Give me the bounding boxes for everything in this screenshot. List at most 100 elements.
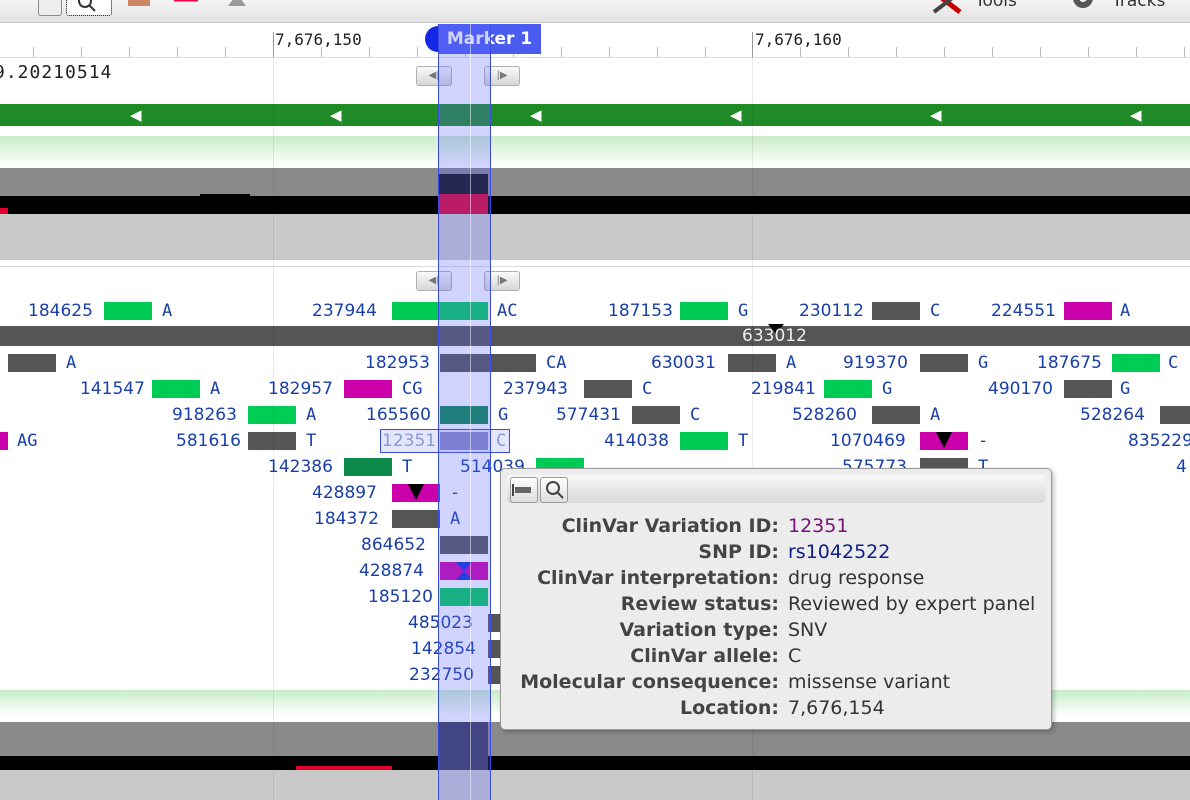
clinvar-allele: C xyxy=(1168,353,1179,373)
clinvar-id[interactable]: 1070469 xyxy=(830,431,906,451)
tooltip-value-link[interactable]: 12351 xyxy=(788,513,848,539)
clinvar-id[interactable]: 187153 xyxy=(608,301,673,321)
ruler-label: 7,676,160 xyxy=(755,30,842,49)
ruler-icon[interactable] xyxy=(126,0,154,12)
clinvar-variant-box[interactable] xyxy=(920,354,968,372)
clinvar-id[interactable]: 528260 xyxy=(792,405,857,425)
tooltip-value: 7,676,154 xyxy=(788,697,885,719)
ruler-tick xyxy=(273,32,274,57)
clinvar-variant-box[interactable] xyxy=(0,432,8,450)
clinvar-id[interactable]: 182957 xyxy=(268,379,333,399)
conservation-track-bg xyxy=(0,770,1190,800)
tooltip-row: Review status: Reviewed by expert panel xyxy=(501,591,1051,617)
gear-icon[interactable] xyxy=(1068,0,1098,14)
clinvar-id[interactable]: 165560 xyxy=(366,405,431,425)
variant-tooltip: ClinVar Variation ID: 12351 SNP ID: rs10… xyxy=(500,468,1052,730)
gene-track[interactable] xyxy=(0,104,1190,126)
tooltip-row: Molecular consequence: missense variant xyxy=(501,669,1051,695)
clinvar-allele: A xyxy=(66,353,77,373)
clinvar-variant-box[interactable] xyxy=(1160,406,1190,424)
clinvar-id[interactable]: 219841 xyxy=(751,379,816,399)
tracks-menu-label[interactable]: Tracks xyxy=(1112,0,1165,11)
deletion-marker-icon xyxy=(408,484,424,500)
clinvar-id[interactable]: 182953 xyxy=(365,353,430,373)
strand-arrow-icon: ◀ xyxy=(930,106,942,124)
clinvar-variant-box[interactable] xyxy=(680,302,728,320)
tooltip-row: SNP ID: rs1042522 xyxy=(501,539,1051,565)
clinvar-id[interactable]: 490170 xyxy=(988,379,1053,399)
clinvar-variant-box[interactable] xyxy=(344,380,392,398)
clinvar-allele: AC xyxy=(497,301,518,321)
clinvar-id[interactable]: 230112 xyxy=(799,301,864,321)
clinvar-allele: T xyxy=(738,431,749,451)
clinvar-variant-box[interactable] xyxy=(1064,380,1112,398)
clinvar-allele: CG xyxy=(402,379,423,399)
tooltip-key: Variation type: xyxy=(619,619,779,641)
clinvar-id[interactable]: 428897 xyxy=(312,483,377,503)
clinvar-allele: G xyxy=(1120,379,1131,399)
clinvar-variant-box[interactable] xyxy=(584,380,632,398)
deletion-marker-icon xyxy=(936,432,952,448)
tooltip-row: Variation type: SNV xyxy=(501,617,1051,643)
tooltip-value: missense variant xyxy=(788,671,951,693)
clinvar-id[interactable]: 4 xyxy=(1176,457,1187,477)
tools-icon[interactable] xyxy=(930,0,966,14)
clinvar-allele: G xyxy=(882,379,893,399)
clinvar-variant-box[interactable] xyxy=(344,458,392,476)
tooltip-value: Reviewed by expert panel xyxy=(788,593,1036,615)
clinvar-allele: A xyxy=(1120,301,1131,321)
clinvar-id[interactable]: 237944 xyxy=(312,301,377,321)
clinvar-id[interactable]: 224551 xyxy=(991,301,1056,321)
zoom-icon[interactable] xyxy=(66,0,112,16)
clinvar-id[interactable]: 184372 xyxy=(314,509,379,529)
strand-arrow-icon: ◀ xyxy=(730,106,742,124)
clinvar-variant-box[interactable] xyxy=(248,406,296,424)
strand-arrow-icon: ◀ xyxy=(330,106,342,124)
clinvar-variant-box[interactable] xyxy=(104,302,152,320)
clinvar-variant-box[interactable] xyxy=(872,302,920,320)
tools-menu-label[interactable]: Tools xyxy=(975,0,1017,11)
clinvar-variant-box[interactable] xyxy=(152,380,200,398)
clinvar-id[interactable]: 185120 xyxy=(368,587,433,607)
clinvar-allele: A xyxy=(162,301,173,321)
clinvar-variant-box[interactable] xyxy=(1112,354,1160,372)
magnifier-icon[interactable] xyxy=(540,477,568,503)
clinvar-id[interactable]: 414038 xyxy=(604,431,669,451)
clinvar-variant-box[interactable] xyxy=(632,406,680,424)
clinvar-variant-box[interactable] xyxy=(392,510,440,528)
clinvar-variant-box[interactable] xyxy=(1064,302,1112,320)
clinvar-id[interactable]: 237943 xyxy=(503,379,568,399)
tooltip-value: C xyxy=(788,645,802,667)
tooltip-row: ClinVar allele: C xyxy=(501,643,1051,669)
clinvar-variant-box[interactable] xyxy=(8,354,56,372)
clinvar-id[interactable]: 187675 xyxy=(1037,353,1102,373)
toolbar-button[interactable] xyxy=(38,0,62,16)
clinvar-id[interactable]: 184625 xyxy=(28,301,93,321)
clinvar-id[interactable]: 919370 xyxy=(843,353,908,373)
clinvar-id[interactable]: 141547 xyxy=(80,379,145,399)
clinvar-id[interactable]: 142386 xyxy=(268,457,333,477)
clinvar-id[interactable]: 581616 xyxy=(176,431,241,451)
clinvar-id[interactable]: 918263 xyxy=(172,405,237,425)
clinvar-id[interactable]: 577431 xyxy=(556,405,621,425)
clinvar-allele: - xyxy=(978,431,989,451)
clinvar-variant-box[interactable] xyxy=(248,432,296,450)
clinvar-id[interactable]: 12351 xyxy=(382,431,436,451)
tooltip-value-link[interactable]: rs1042522 xyxy=(788,539,890,565)
clinvar-variant-box[interactable] xyxy=(872,406,920,424)
clinvar-id[interactable]: 528264 xyxy=(1080,405,1145,425)
pin-icon[interactable] xyxy=(510,477,538,503)
triangle-icon[interactable] xyxy=(224,0,250,12)
clinvar-id[interactable]: 428874 xyxy=(359,561,424,581)
clinvar-variant-box[interactable] xyxy=(680,432,728,450)
strand-arrow-icon: ◀ xyxy=(530,106,542,124)
region-icon[interactable] xyxy=(172,0,202,12)
clinvar-variant-box[interactable] xyxy=(824,380,872,398)
strand-arrow-icon: ◀ xyxy=(1130,106,1142,124)
clinvar-id[interactable]: 864652 xyxy=(361,535,426,555)
ruler-label: 7,676,150 xyxy=(275,30,362,49)
clinvar-id[interactable]: 835229 xyxy=(1128,431,1190,451)
clinvar-id[interactable]: 630031 xyxy=(651,353,716,373)
aggregate-bar[interactable] xyxy=(0,326,1190,346)
clinvar-allele: A xyxy=(786,353,797,373)
